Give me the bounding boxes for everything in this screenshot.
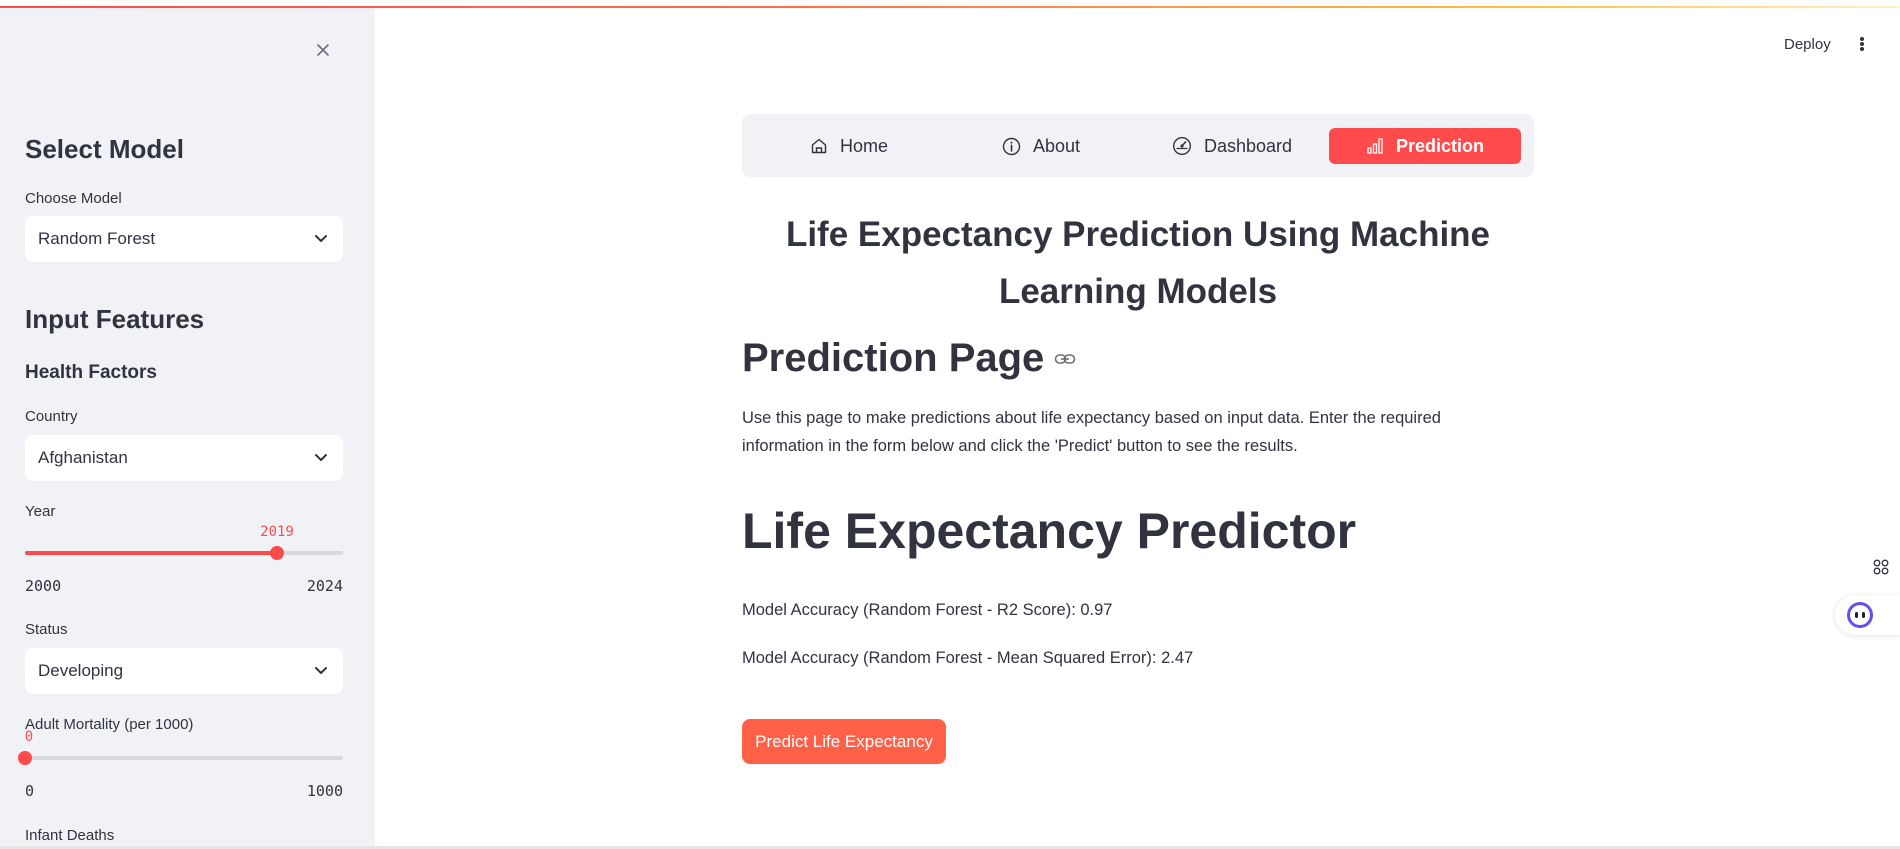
metric-r2-score: Model Accuracy (Random Forest - R2 Score… xyxy=(742,601,1113,619)
country-label: Country xyxy=(25,408,78,425)
link-icon[interactable] xyxy=(1054,352,1076,366)
status-label: Status xyxy=(25,621,68,638)
slider-current-value: 0 xyxy=(24,729,34,745)
command-icon xyxy=(1873,559,1889,575)
nav-item-prediction[interactable]: Prediction xyxy=(1329,128,1521,164)
slider-thumb[interactable] xyxy=(18,751,32,765)
floating-apps-button[interactable] xyxy=(1862,548,1900,586)
speedometer-icon xyxy=(1172,136,1192,156)
health-factors-heading: Health Factors xyxy=(25,362,157,383)
nav-item-dashboard[interactable]: Dashboard xyxy=(1172,128,1292,164)
country-select[interactable]: Afghanistan xyxy=(25,435,343,481)
year-slider[interactable]: 2019 xyxy=(25,524,343,568)
nav-item-label: Prediction xyxy=(1395,135,1484,156)
main-menu-button[interactable] xyxy=(1856,34,1868,54)
kebab-menu-icon xyxy=(1860,37,1864,41)
predictor-heading: Life Expectancy Predictor xyxy=(742,503,1357,559)
deploy-button[interactable]: Deploy xyxy=(1784,36,1831,53)
page-description: Use this page to make predictions about … xyxy=(742,409,1441,455)
page-heading: Prediction Page xyxy=(742,336,1076,381)
top-navigation: Home About Dashboard Prediction xyxy=(742,114,1534,177)
nav-item-home[interactable]: Home xyxy=(810,128,888,164)
status-value: Developing xyxy=(38,661,124,680)
close-sidebar-button[interactable] xyxy=(311,38,335,62)
slider-thumb[interactable] xyxy=(270,546,284,560)
infant-deaths-label: Infant Deaths xyxy=(25,827,115,844)
bar-chart-icon xyxy=(1367,138,1383,154)
floating-assistant-button[interactable] xyxy=(1835,595,1900,635)
nav-item-label: About xyxy=(1033,135,1081,156)
slider-min-value: 0 xyxy=(25,782,35,800)
country-value: Afghanistan xyxy=(38,448,128,467)
nav-item-about[interactable]: About xyxy=(1002,128,1080,164)
slider-fill xyxy=(25,551,277,555)
slider-max-value: 1000 xyxy=(306,782,343,800)
page-heading-text: Prediction Page xyxy=(742,336,1045,380)
chevron-down-icon xyxy=(313,231,329,247)
app-title: Life Expectancy Prediction Using Machine… xyxy=(785,215,1491,311)
adult-mortality-label: Adult Mortality (per 1000) xyxy=(25,716,194,733)
slider-max-value: 2024 xyxy=(306,577,343,595)
status-select[interactable]: Developing xyxy=(25,648,343,694)
choose-model-value: Random Forest xyxy=(38,229,156,248)
nav-item-label: Dashboard xyxy=(1204,135,1293,156)
choose-model-select[interactable]: Random Forest xyxy=(25,216,343,262)
info-circle-icon xyxy=(1002,137,1021,155)
sidebar: Select Model Choose Model Random Forest … xyxy=(0,8,375,849)
predict-button[interactable]: Predict Life Expectancy xyxy=(742,719,946,764)
chevron-down-icon xyxy=(313,450,329,466)
slider-current-value: 2019 xyxy=(260,524,294,540)
close-icon xyxy=(317,44,329,56)
chevron-down-icon xyxy=(313,663,329,679)
top-decoration-bar xyxy=(0,6,1900,8)
slider-min-value: 2000 xyxy=(25,577,62,595)
nav-item-label: Home xyxy=(840,135,889,156)
house-icon xyxy=(811,138,827,154)
year-label: Year xyxy=(25,503,56,520)
choose-model-label: Choose Model xyxy=(25,190,122,207)
metric-mse: Model Accuracy (Random Forest - Mean Squ… xyxy=(742,649,1194,667)
adult-mortality-slider[interactable]: 0 xyxy=(18,729,343,773)
select-model-heading: Select Model xyxy=(25,134,184,164)
slider-track xyxy=(25,756,343,760)
assistant-face-icon xyxy=(1847,602,1873,628)
input-features-heading: Input Features xyxy=(25,304,205,334)
